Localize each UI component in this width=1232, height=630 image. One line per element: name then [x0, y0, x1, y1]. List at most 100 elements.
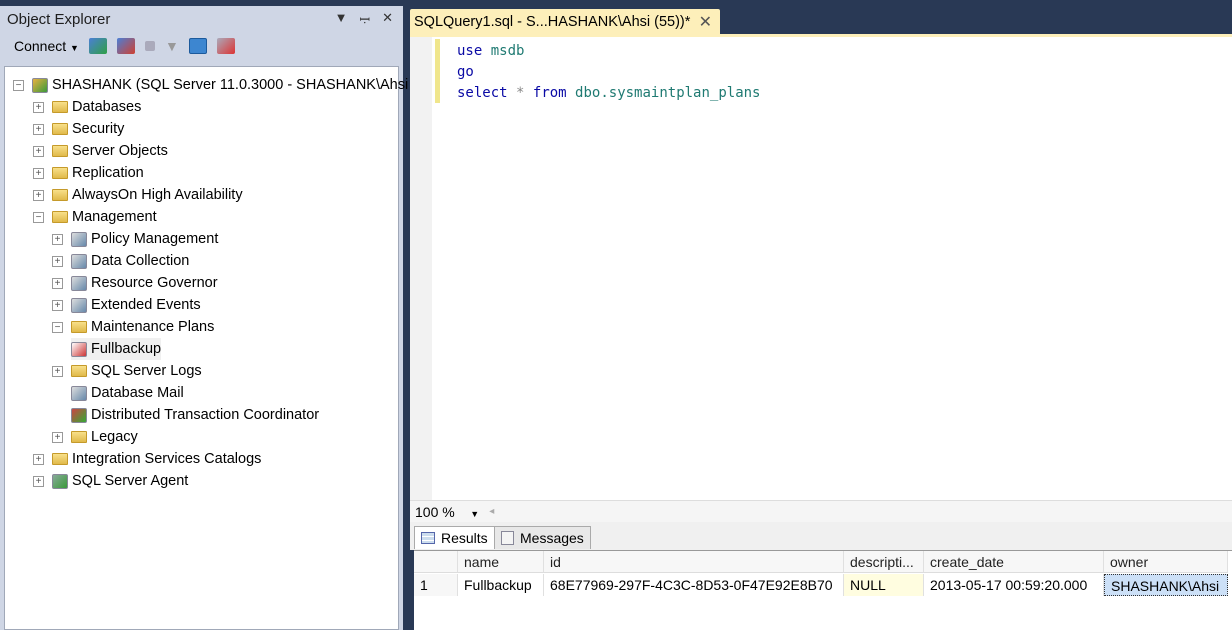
table-cell[interactable]: 68E77969-297F-4C3C-8D53-0F47E92E8B70: [544, 574, 844, 596]
column-header[interactable]: owner: [1104, 551, 1228, 573]
expander-plus-icon[interactable]: +: [52, 431, 63, 443]
tab-sqlquery1[interactable]: SQLQuery1.sql - S...HASHANK\Ahsi (55))* …: [410, 9, 720, 34]
close-tab-icon[interactable]: ✕: [699, 12, 712, 32]
table-cell[interactable]: 1: [414, 574, 458, 596]
expander-plus-icon[interactable]: +: [33, 189, 44, 201]
server-icon: [32, 77, 48, 93]
filter-icon[interactable]: ▼: [165, 38, 179, 54]
tree-item[interactable]: + Extended Events: [52, 294, 201, 316]
tree-item[interactable]: + SQL Server Logs: [52, 360, 202, 382]
table-cell[interactable]: 2013-05-17 00:59:20.000: [924, 574, 1104, 596]
tree-item-label: Fullbackup: [91, 341, 162, 357]
expander-plus-icon[interactable]: +: [52, 365, 63, 377]
tree-item[interactable]: − SHASHANK (SQL Server 11.0.3000 - SHASHA…: [13, 74, 408, 96]
database-mail-icon: [71, 385, 87, 401]
column-header[interactable]: id: [544, 551, 844, 573]
results-tabs: Results Messages: [410, 522, 1232, 550]
expander-minus-icon[interactable]: −: [33, 211, 44, 223]
tree-item[interactable]: + Policy Management: [52, 228, 218, 250]
column-header[interactable]: create_date: [924, 551, 1104, 573]
tree-item[interactable]: Distributed Transaction Coordinator: [52, 404, 319, 426]
expander-plus-icon[interactable]: +: [33, 101, 44, 113]
change-marker: [435, 39, 440, 103]
query-editor: SQLQuery1.sql - S...HASHANK\Ahsi (55))* …: [410, 6, 1232, 630]
zoom-bar: 100 % ▼ ◂: [410, 500, 1232, 522]
maintenance-plan-icon: [71, 341, 87, 357]
connect-icon[interactable]: [88, 38, 107, 54]
folder-icon: [71, 321, 87, 333]
tree-item-label: Maintenance Plans: [91, 319, 215, 335]
tree-item[interactable]: + Integration Services Catalogs: [33, 448, 261, 470]
code-editor[interactable]: use msdb go select * from dbo.sysmaintplan…: [410, 34, 1232, 500]
code-token: from: [532, 85, 567, 101]
expander-plus-icon[interactable]: +: [52, 233, 63, 245]
extended-events-icon: [71, 297, 87, 313]
object-explorer-panel: Object Explorer ▼ ꟷ̣ ✕ Connect ▼ ▼ − SHAS…: [0, 6, 408, 630]
tab-results[interactable]: Results: [414, 526, 495, 549]
folder-icon: [52, 453, 68, 465]
tree-item[interactable]: Fullbackup: [71, 338, 162, 360]
table-cell[interactable]: NULL: [844, 574, 924, 596]
tree-item-label: Resource Governor: [91, 275, 218, 291]
tree-item[interactable]: + Resource Governor: [52, 272, 218, 294]
stop-icon[interactable]: [144, 41, 155, 51]
folder-icon: [52, 145, 68, 157]
expander-plus-icon[interactable]: +: [52, 277, 63, 289]
column-header[interactable]: [414, 551, 458, 573]
tree-item-label: Server Objects: [72, 143, 168, 159]
table-cell[interactable]: Fullbackup: [458, 574, 544, 596]
expander-plus-icon[interactable]: +: [33, 475, 44, 487]
refresh-icon[interactable]: [188, 38, 207, 54]
code-token: msdb: [490, 43, 525, 59]
object-explorer-toolbar: Connect ▼ ▼: [0, 32, 403, 60]
tree-item[interactable]: + Legacy: [52, 426, 138, 448]
expander-plus-icon[interactable]: +: [33, 167, 44, 179]
tree-item[interactable]: + Replication: [33, 162, 144, 184]
expander-plus-icon[interactable]: +: [33, 145, 44, 157]
tab-messages[interactable]: Messages: [494, 526, 591, 549]
object-explorer-tree: − SHASHANK (SQL Server 11.0.3000 - SHASHA…: [4, 66, 408, 630]
tree-item-label: Extended Events: [91, 297, 201, 313]
scroll-left-icon[interactable]: ◂: [489, 506, 494, 517]
tree-item[interactable]: − Management: [33, 206, 157, 228]
expander-minus-icon[interactable]: −: [13, 79, 24, 91]
folder-icon: [52, 167, 68, 179]
messages-icon: [501, 531, 514, 545]
tree-item[interactable]: − Maintenance Plans: [52, 316, 214, 338]
tree-item[interactable]: + Server Objects: [33, 140, 168, 162]
tree-item[interactable]: + SQL Server Agent: [33, 470, 188, 492]
expander-minus-icon[interactable]: −: [52, 321, 63, 333]
table-cell[interactable]: SHASHANK\Ahsi: [1104, 574, 1228, 596]
panel-title: Object Explorer: [7, 10, 111, 28]
zoom-select[interactable]: 100 % ▼: [415, 504, 479, 520]
tree-item-label: AlwaysOn High Availability: [72, 187, 243, 203]
column-header[interactable]: descripti...: [844, 551, 924, 573]
activity-monitor-icon[interactable]: [216, 38, 235, 54]
folder-icon: [52, 123, 68, 135]
close-icon[interactable]: ✕: [382, 10, 393, 28]
folder-icon: [71, 365, 87, 377]
expander-plus-icon[interactable]: +: [33, 123, 44, 135]
expander-plus-icon[interactable]: +: [33, 453, 44, 465]
code-token: select: [457, 85, 508, 101]
expander-plus-icon[interactable]: +: [52, 299, 63, 311]
column-header[interactable]: name: [458, 551, 544, 573]
dropdown-icon[interactable]: ▼: [335, 10, 348, 28]
expander-plus-icon[interactable]: +: [52, 255, 63, 267]
folder-icon: [52, 189, 68, 201]
tree-item[interactable]: + Security: [33, 118, 124, 140]
tree-item[interactable]: + Data Collection: [52, 250, 189, 272]
disconnect-icon[interactable]: [116, 38, 135, 54]
code-token: go: [457, 64, 474, 80]
tree-item[interactable]: + AlwaysOn High Availability: [33, 184, 243, 206]
tree-item[interactable]: Database Mail: [52, 382, 184, 404]
tree-item[interactable]: + Databases: [33, 96, 141, 118]
pin-icon[interactable]: ꟷ̣: [360, 10, 371, 28]
connect-button[interactable]: Connect ▼: [14, 38, 79, 54]
code-line: go: [457, 64, 474, 80]
policy-icon: [71, 231, 87, 247]
grid-header: name id descripti... create_date owner: [414, 551, 1228, 573]
